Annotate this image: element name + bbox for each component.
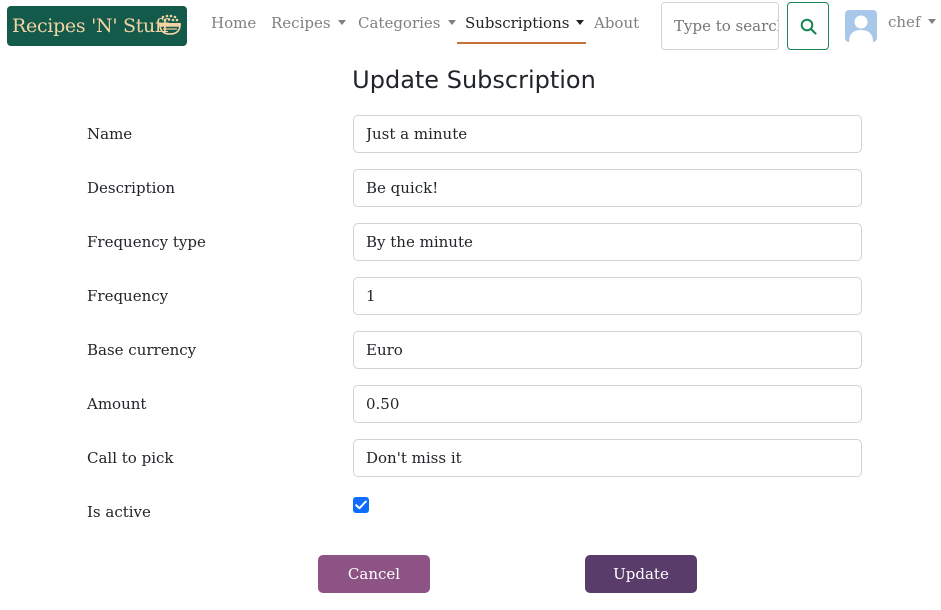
amount-label: Amount (87, 395, 147, 413)
name-field[interactable] (353, 115, 862, 153)
caret-down-icon (337, 20, 346, 25)
nav-recipes-label: Recipes (271, 14, 331, 32)
caret-down-icon (447, 20, 456, 25)
call-to-pick-label: Call to pick (87, 449, 174, 467)
description-field[interactable] (353, 169, 862, 207)
rice-bowl-icon (159, 14, 181, 35)
is-active-checkbox[interactable] (353, 497, 369, 513)
user-name: chef (888, 13, 921, 31)
nav-home[interactable]: Home (211, 12, 256, 34)
search-icon (800, 18, 817, 35)
is-active-label: Is active (87, 503, 151, 521)
active-nav-underline (457, 42, 586, 44)
update-button[interactable]: Update (585, 555, 697, 593)
description-label: Description (87, 179, 176, 197)
nav-categories-dropdown[interactable]: Categories (358, 12, 456, 34)
nav-categories-label: Categories (358, 14, 441, 32)
base-currency-label: Base currency (87, 341, 197, 359)
avatar-silhouette (849, 15, 873, 42)
nav-recipes-dropdown[interactable]: Recipes (271, 12, 346, 34)
checkmark-icon (355, 500, 367, 510)
user-avatar-icon[interactable] (845, 10, 877, 42)
caret-down-icon (927, 19, 936, 24)
cancel-button[interactable]: Cancel (318, 555, 430, 593)
search-button[interactable] (787, 2, 829, 50)
base-currency-field[interactable] (353, 331, 862, 369)
frequency-type-label: Frequency type (87, 233, 206, 251)
nav-home-label: Home (211, 14, 257, 32)
page-title: Update Subscription (352, 66, 596, 94)
call-to-pick-field[interactable] (353, 439, 862, 477)
nav-about[interactable]: About (594, 12, 639, 34)
navbar: Recipes 'N' Stuff Home Recipes Categorie… (0, 0, 941, 52)
frequency-label: Frequency (87, 287, 169, 305)
nav-about-label: About (594, 14, 640, 32)
caret-down-icon (576, 20, 585, 25)
nav-subscriptions-dropdown[interactable]: Subscriptions (465, 12, 585, 34)
name-label: Name (87, 125, 133, 143)
frequency-field[interactable] (353, 277, 862, 315)
user-menu-dropdown[interactable]: chef (888, 13, 936, 31)
amount-field[interactable] (353, 385, 862, 423)
brand-logo[interactable]: Recipes 'N' Stuff (7, 6, 187, 46)
search-input[interactable] (661, 2, 779, 50)
frequency-type-field[interactable] (353, 223, 862, 261)
brand-name: Recipes 'N' Stuff (12, 15, 169, 37)
nav-subscriptions-label: Subscriptions (465, 14, 570, 32)
